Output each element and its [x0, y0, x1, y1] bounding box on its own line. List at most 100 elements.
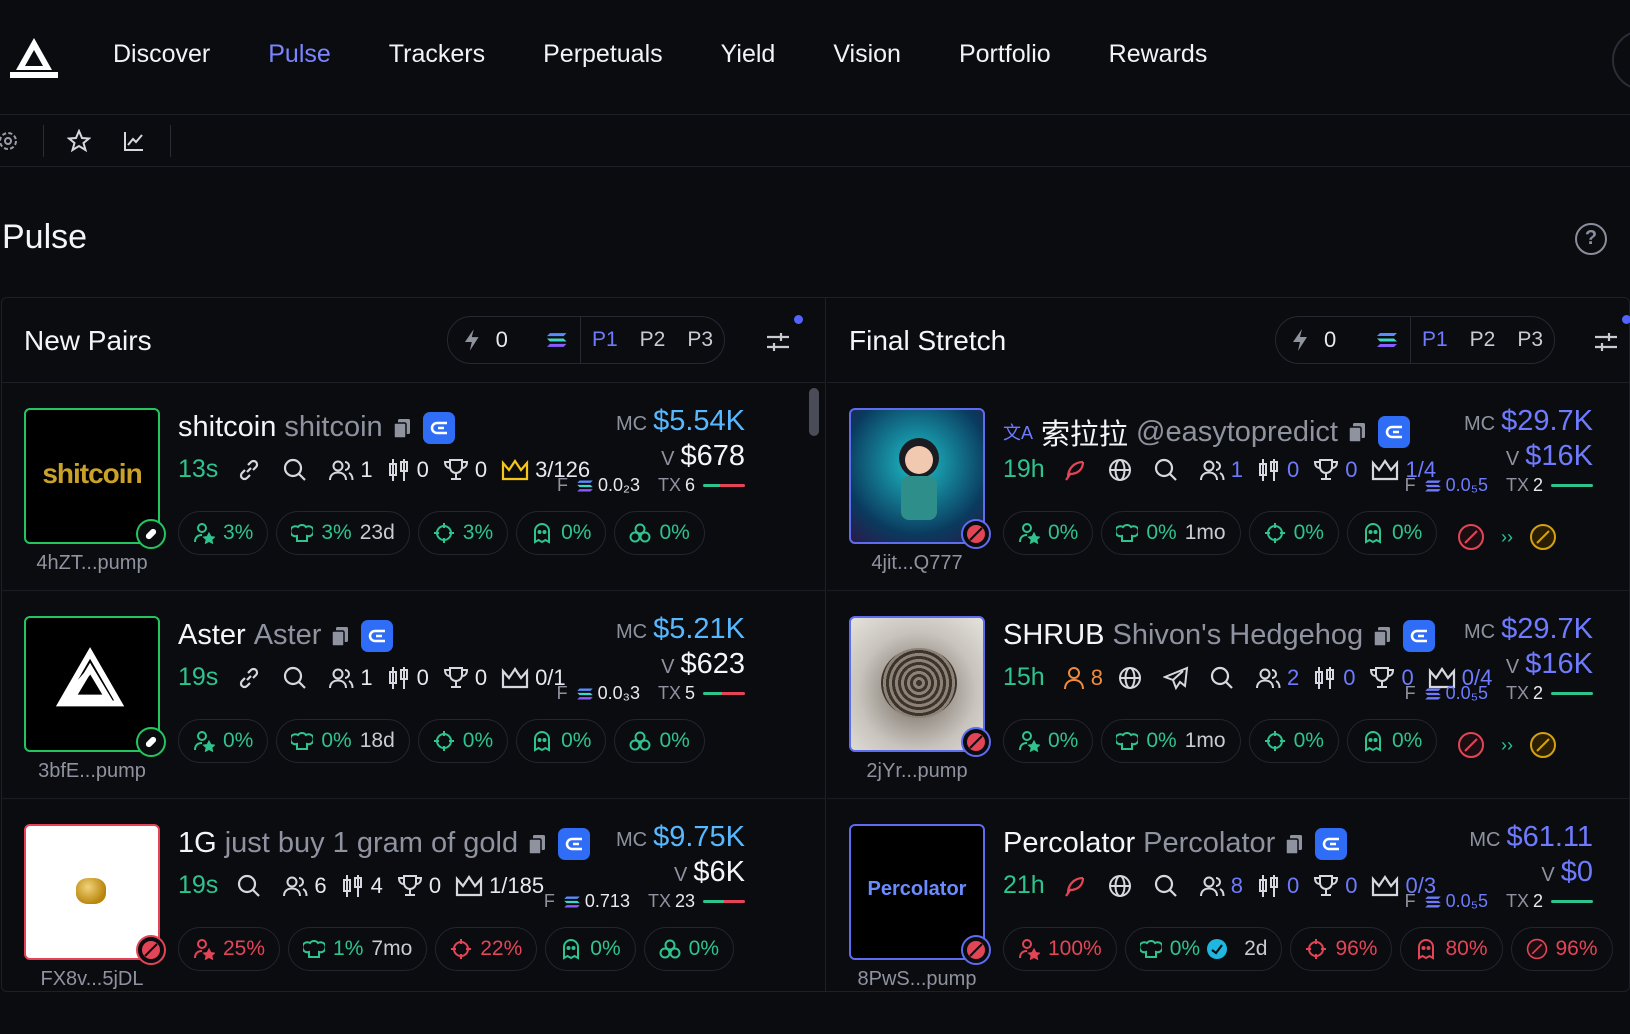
top10-holders-pill[interactable]: 0%: [1003, 511, 1094, 555]
nav-discover[interactable]: Discover: [113, 40, 210, 69]
search-icon[interactable]: [282, 665, 314, 691]
star-icon[interactable]: [67, 129, 91, 153]
search-icon[interactable]: [236, 873, 268, 899]
filter-sliders-icon[interactable]: [1592, 328, 1620, 356]
holders-icon: [283, 876, 308, 896]
globe-icon[interactable]: [1117, 665, 1149, 691]
quickbuy-amount[interactable]: 0: [1324, 327, 1376, 353]
dev-holding-pill[interactable]: 1% 7mo: [288, 927, 428, 971]
token-address[interactable]: 4hZT...pump: [24, 552, 160, 575]
nav-rewards[interactable]: Rewards: [1109, 40, 1208, 69]
account-avatar[interactable]: [1612, 30, 1630, 90]
token-card[interactable]: Percolator 8PwS...pump Percolator Percol…: [827, 799, 1630, 1007]
globe-icon[interactable]: [1107, 873, 1139, 899]
top10-holders-pill[interactable]: 3%: [178, 511, 269, 555]
insiders-pill[interactable]: 0%: [516, 719, 607, 763]
nav-trackers[interactable]: Trackers: [389, 40, 485, 69]
copy-icon[interactable]: [392, 417, 411, 439]
candles-icon: [342, 874, 362, 897]
nav-pulse[interactable]: Pulse: [268, 40, 331, 69]
volume: V $623: [661, 648, 745, 680]
translate-icon[interactable]: 文A: [1003, 419, 1033, 445]
token-card[interactable]: 4jit...Q777 文A 索拉拉 @easytopredict 19h 1 …: [827, 383, 1630, 591]
search-icon[interactable]: [1209, 665, 1241, 691]
link-icon[interactable]: [236, 665, 268, 691]
bundlers-pill[interactable]: 96%: [1510, 927, 1613, 971]
link-icon[interactable]: [236, 457, 268, 483]
nav-vision[interactable]: Vision: [833, 40, 901, 69]
top10-holders-pill[interactable]: 0%: [1003, 719, 1094, 763]
insiders-pill[interactable]: 0%: [1346, 719, 1438, 763]
nav-yield[interactable]: Yield: [721, 40, 776, 69]
rug-badge-icon: [1526, 938, 1547, 960]
snipers-pill[interactable]: 0%: [417, 719, 509, 763]
user-icon: [1063, 666, 1084, 689]
bundlers-pill[interactable]: 0%: [614, 511, 705, 555]
snipers-pill[interactable]: 22%: [435, 927, 538, 971]
bundlers-pill[interactable]: 0%: [643, 927, 734, 971]
more-arrows-icon[interactable]: ››: [1501, 735, 1513, 756]
bundlers-pill[interactable]: 0%: [614, 719, 705, 763]
dev-holding-pill[interactable]: 0% 18d: [276, 719, 410, 763]
top10-holders-pill[interactable]: 0%: [178, 719, 269, 763]
help-icon[interactable]: ?: [1575, 223, 1607, 255]
preset-p2[interactable]: P2: [1470, 328, 1496, 352]
copy-icon[interactable]: [331, 625, 349, 647]
token-card[interactable]: 3bfE...pump Aster Aster 19s 1 0 0 0/1 0%…: [2, 591, 825, 799]
filter-sliders-icon[interactable]: [764, 328, 792, 356]
copy-icon[interactable]: [1285, 833, 1303, 855]
token-card[interactable]: 2jYr...pump SHRUB Shivon's Hedgehog 15h …: [827, 591, 1630, 799]
snipers-pill[interactable]: 0%: [1248, 511, 1339, 555]
ghost-icon: [1418, 939, 1435, 960]
token-card[interactable]: shitcoin 4hZT...pump shitcoin shitcoin 1…: [2, 383, 825, 591]
quickbuy-amount[interactable]: 0: [496, 327, 547, 353]
token-address[interactable]: FX8v...5jDL: [24, 968, 160, 991]
more-arrows-icon[interactable]: ››: [1501, 527, 1513, 548]
preset-p3[interactable]: P3: [1517, 328, 1543, 352]
app-logo[interactable]: [10, 36, 58, 78]
preset-p2[interactable]: P2: [640, 328, 666, 352]
token-address[interactable]: 2jYr...pump: [849, 760, 985, 783]
snipers-pill[interactable]: 3%: [417, 511, 509, 555]
ghost-icon: [534, 523, 551, 544]
token-address[interactable]: 4jit...Q777: [849, 552, 985, 575]
preset-p1[interactable]: P1: [592, 328, 618, 352]
telegram-icon[interactable]: [1162, 665, 1195, 690]
snipers-pill[interactable]: 96%: [1290, 927, 1393, 971]
feather-icon[interactable]: [1063, 458, 1093, 482]
nav-portfolio[interactable]: Portfolio: [959, 40, 1051, 69]
dev-holding-pill[interactable]: 0% 1mo: [1101, 511, 1241, 555]
top10-holders-pill[interactable]: 25%: [178, 927, 281, 971]
settings-gear-icon[interactable]: [0, 129, 20, 153]
token-market-data: MC $61.11 V $0 F 0.0₅5 TX 2: [1405, 821, 1593, 912]
token-address[interactable]: 3bfE...pump: [24, 760, 160, 783]
token-meta-row: 19h 1 0 0 1/4: [1003, 455, 1450, 484]
preset-p1[interactable]: P1: [1422, 328, 1448, 352]
snipers-pill[interactable]: 0%: [1248, 719, 1339, 763]
insiders-pill[interactable]: 0%: [516, 511, 607, 555]
search-icon[interactable]: [1153, 457, 1185, 483]
chart-icon[interactable]: [122, 129, 146, 153]
followers-stat: 8: [1063, 665, 1103, 691]
token-address[interactable]: 8PwS...pump: [849, 968, 985, 991]
token-card[interactable]: FX8v...5jDL 1G just buy 1 gram of gold 1…: [2, 799, 825, 1007]
search-icon[interactable]: [282, 457, 314, 483]
insiders-pill[interactable]: 0%: [1346, 511, 1438, 555]
preset-p3[interactable]: P3: [687, 328, 713, 352]
copy-icon[interactable]: [1348, 421, 1366, 443]
dev-holding-pill[interactable]: 0% 2d: [1124, 927, 1283, 971]
top10-holders-pill[interactable]: 100%: [1003, 927, 1117, 971]
insiders-pill[interactable]: 0%: [545, 927, 636, 971]
dev-holding-pill[interactable]: 3% 23d: [276, 511, 410, 555]
chef-hat-icon: [291, 732, 314, 750]
dev-holding-pill[interactable]: 0% 1mo: [1101, 719, 1241, 763]
insiders-pill[interactable]: 80%: [1400, 927, 1503, 971]
filter-active-dot: [1622, 315, 1630, 324]
nav-perpetuals[interactable]: Perpetuals: [543, 40, 663, 69]
feather-icon[interactable]: [1063, 874, 1093, 898]
rug-badge-icon: [961, 727, 991, 757]
globe-icon[interactable]: [1107, 457, 1139, 483]
copy-icon[interactable]: [1373, 625, 1391, 647]
token-ticker: just buy 1 gram of gold: [224, 827, 519, 859]
search-icon[interactable]: [1153, 873, 1185, 899]
